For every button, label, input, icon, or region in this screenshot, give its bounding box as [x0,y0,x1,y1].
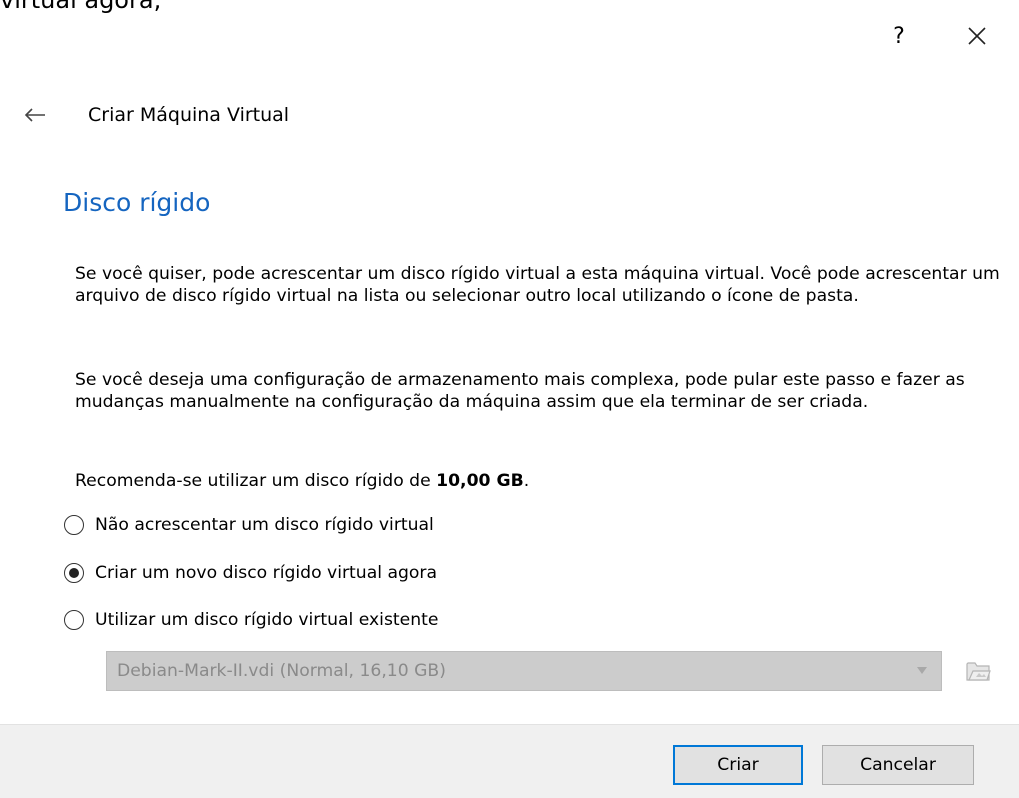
close-icon [968,27,986,45]
radio-create-new-disk[interactable] [64,563,84,583]
existing-disk-value: Debian-Mark-II.vdi (Normal, 16,10 GB) [117,661,446,681]
option-create-new-disk-label: Criar um novo disco rígido virtual agora [95,563,438,583]
option-no-disk-label: Não acrescentar um disco rígido virtual [95,515,434,535]
window-controls: ? [887,22,991,50]
radio-no-disk[interactable] [64,515,84,535]
option-use-existing-disk[interactable]: Utilizar um disco rígido virtual existen… [64,610,438,630]
chevron-down-icon [917,667,927,674]
option-no-disk[interactable]: Não acrescentar um disco rígido virtual [64,515,434,535]
existing-disk-select[interactable]: Debian-Mark-II.vdi (Normal, 16,10 GB) [106,651,942,691]
description-paragraph-2: Se você deseja uma configuração de armaz… [75,370,965,412]
choose-disk-file-button[interactable] [962,655,994,687]
close-button[interactable] [963,22,991,50]
folder-open-icon [966,662,991,681]
option-use-existing-disk-label: Utilizar um disco rígido virtual existen… [95,610,439,630]
recommendation-prefix: Recomenda-se utilizar um disco rígido de [75,471,437,491]
create-button[interactable]: Criar [673,745,803,785]
background-text-fragment: virtual agora; [0,0,162,14]
wizard-nav: Criar Máquina Virtual [20,100,289,130]
recommendation-suffix: . [523,471,530,491]
wizard-title: Criar Máquina Virtual [88,104,290,126]
radio-use-existing-disk[interactable] [64,610,84,630]
back-button[interactable] [20,100,50,130]
recommended-size: 10,00 GB [436,471,524,491]
page-heading: Disco rígido [63,188,211,217]
recommendation-text: Recomenda-se utilizar um disco rígido de… [75,470,1000,492]
help-button[interactable]: ? [887,24,911,49]
description-paragraph-1: Se você quiser, pode acrescentar um disc… [75,264,1000,306]
dialog-window: virtual agora; ? Criar Máquina Virtual D… [0,0,1019,798]
option-create-new-disk[interactable]: Criar um novo disco rígido virtual agora [64,563,437,583]
dialog-footer: Criar Cancelar [0,724,1019,798]
radio-selected-dot [69,568,79,578]
cancel-button[interactable]: Cancelar [822,745,974,785]
back-arrow-icon [24,108,45,122]
